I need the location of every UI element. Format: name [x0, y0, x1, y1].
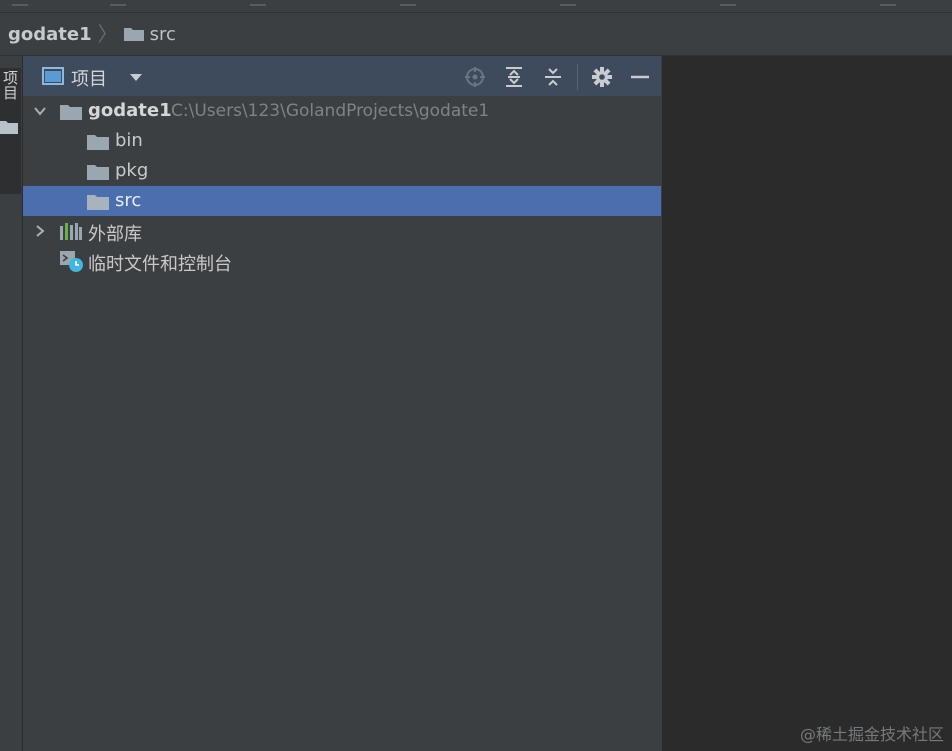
scratch-file-icon	[60, 251, 83, 272]
navigation-bar: godate1 〉 src	[0, 13, 952, 56]
tree-item-label: bin	[115, 130, 143, 151]
panel-title: 项目	[71, 69, 107, 90]
tree-item-label: 外部库	[88, 224, 142, 245]
chevron-down-icon[interactable]	[33, 104, 47, 118]
settings-button[interactable]	[589, 64, 615, 90]
tree-root-path: C:\Users\123\GolandProjects\godate1	[171, 101, 490, 121]
project-panel: 项目 godate1 C:\Users\123\GolandProjects\g…	[23, 56, 661, 751]
breadcrumb-separator: 〉	[97, 22, 118, 46]
menu-bar-remnant	[560, 0, 576, 6]
menu-bar-remnant	[720, 0, 736, 6]
tree-row-pkg[interactable]: pkg	[23, 156, 661, 186]
minimize-icon	[631, 75, 649, 79]
menu-bar-remnant	[880, 0, 896, 6]
project-tool-tab[interactable]: 项目	[0, 68, 21, 194]
tree-item-label: 临时文件和控制台	[88, 254, 232, 275]
menu-bar-remnant	[250, 0, 266, 6]
expand-all-icon	[506, 67, 522, 87]
tree-item-label: pkg	[115, 160, 149, 181]
view-mode-dropdown-icon[interactable]	[129, 72, 143, 82]
editor-area[interactable]	[662, 56, 952, 751]
folder-icon	[60, 105, 82, 120]
menu-bar-remnant	[400, 0, 416, 6]
breadcrumb-project[interactable]: godate1	[8, 24, 92, 45]
folder-icon	[87, 165, 109, 180]
project-window-icon	[42, 67, 64, 85]
hide-panel-button[interactable]	[627, 64, 653, 90]
tree-row-src[interactable]: src	[23, 186, 661, 216]
locate-file-button[interactable]	[462, 64, 488, 90]
collapse-all-button[interactable]	[540, 64, 566, 90]
folder-icon	[87, 135, 109, 150]
gear-icon	[592, 67, 612, 87]
tree-row-root[interactable]: godate1 C:\Users\123\GolandProjects\goda…	[23, 96, 661, 126]
tree-row-bin[interactable]: bin	[23, 126, 661, 156]
watermark: @稀土掘金技术社区	[799, 725, 944, 744]
tree-root-label: godate1	[88, 100, 172, 121]
chevron-right-icon[interactable]	[33, 224, 47, 238]
collapse-all-icon	[545, 68, 561, 86]
toolbar-separator	[577, 64, 578, 90]
tool-window-strip: 项目	[0, 56, 23, 751]
crosshair-icon	[465, 67, 485, 87]
expand-all-button[interactable]	[501, 64, 527, 90]
menu-bar-remnant	[110, 0, 126, 6]
folder-icon	[87, 195, 109, 210]
library-icon	[60, 223, 82, 240]
menu-bar	[0, 0, 952, 13]
folder-icon	[0, 121, 18, 134]
breadcrumb-folder[interactable]: src	[150, 24, 176, 45]
project-tab-label: 项目	[1, 70, 19, 100]
folder-icon	[123, 28, 144, 41]
project-panel-header: 项目	[23, 56, 661, 96]
tree-item-label: src	[115, 190, 142, 211]
tree-row-external-libraries[interactable]: 外部库	[23, 216, 661, 246]
menu-bar-remnant	[12, 0, 28, 6]
tree-row-scratches[interactable]: 临时文件和控制台	[23, 246, 661, 276]
